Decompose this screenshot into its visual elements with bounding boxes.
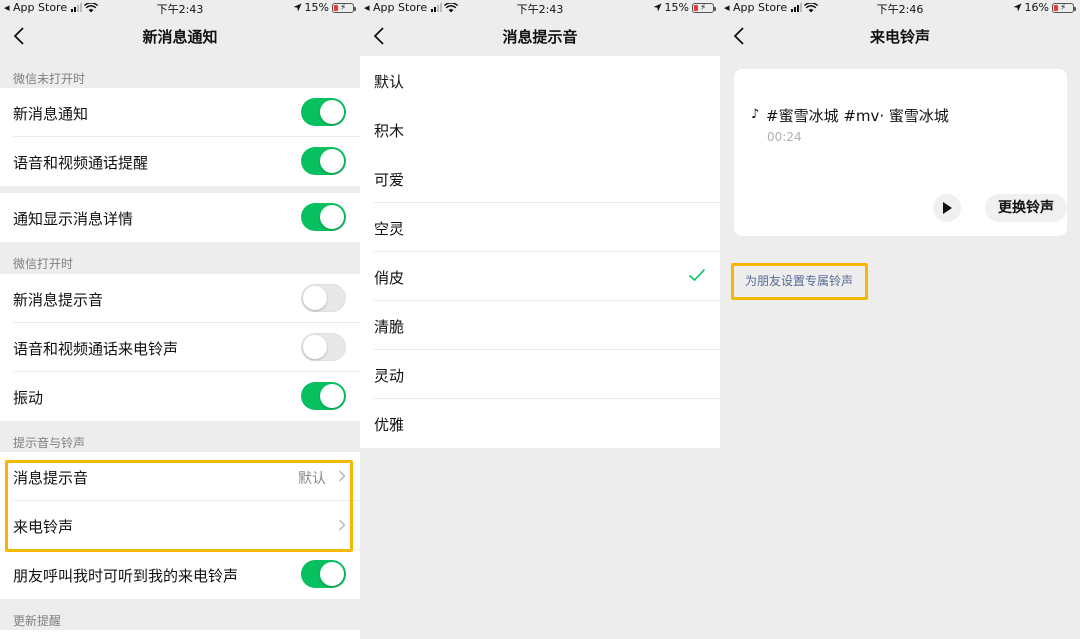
chevron-right-icon xyxy=(339,519,346,531)
location-arrow-icon xyxy=(1012,3,1022,12)
call-alert-toggle[interactable] xyxy=(301,147,346,175)
tone-label: 默认 xyxy=(374,73,405,91)
setting-label: 消息提示音 xyxy=(13,469,89,487)
status-bar: ◂ App Store 下午2:43 15% ⚡ xyxy=(0,0,360,16)
setting-label: 新消息通知 xyxy=(13,105,89,123)
battery-percent: 15% xyxy=(304,1,329,14)
tone-label: 清脆 xyxy=(374,318,405,336)
status-bar: ◂ App Store 下午2:46 16% ⚡ xyxy=(720,0,1080,16)
battery-percent: 16% xyxy=(1024,1,1049,14)
setting-label: 通知显示消息详情 xyxy=(13,210,134,228)
tone-item-ethereal[interactable]: 空灵 xyxy=(360,203,720,252)
message-sound-toggle[interactable] xyxy=(301,284,346,312)
setting-row-vibrate: 振动 xyxy=(0,372,360,421)
location-arrow-icon xyxy=(292,3,302,12)
setting-row-call-ringtone: 语音和视频通话来电铃声 xyxy=(0,323,360,372)
vibrate-toggle[interactable] xyxy=(301,382,346,410)
friend-ringtone-link[interactable]: 为朋友设置专属铃声 xyxy=(745,272,853,289)
setting-row-call-alert: 语音和视频通话提醒 xyxy=(0,137,360,186)
play-button[interactable] xyxy=(933,194,961,222)
tone-label: 空灵 xyxy=(374,220,405,238)
tone-item-default[interactable]: 默认 xyxy=(360,56,720,105)
status-bar: ◂ App Store 下午2:43 15% ⚡ xyxy=(360,0,720,16)
nav-bar: 来电铃声 xyxy=(720,16,1080,56)
tone-item-blocks[interactable]: 积木 xyxy=(360,105,720,154)
location-arrow-icon xyxy=(652,3,662,12)
setting-row-show-details: 通知显示消息详情 xyxy=(0,193,360,242)
chevron-right-icon xyxy=(339,470,346,482)
tone-item-playful[interactable]: 俏皮 xyxy=(360,252,720,301)
ringtone-screen: ◂ App Store 下午2:46 16% ⚡ 来电铃声 ♪ #蜜雪冰城 #m… xyxy=(720,0,1080,639)
tone-list: 默认 积木 可爱 空灵 俏皮 清脆 灵动 优雅 xyxy=(360,56,720,448)
setting-label: 来电铃声 xyxy=(13,518,74,536)
section-header: 微信未打开时 xyxy=(13,72,86,86)
setting-row-ringtone[interactable]: 来电铃声 xyxy=(0,501,360,550)
tone-label: 俏皮 xyxy=(374,269,405,287)
battery-percent: 15% xyxy=(664,1,689,14)
tone-label: 积木 xyxy=(374,122,405,140)
tone-label: 优雅 xyxy=(374,416,405,434)
friend-hear-ringtone-toggle[interactable] xyxy=(301,560,346,588)
message-tone-value: 默认 xyxy=(298,471,326,487)
play-icon xyxy=(943,202,952,214)
page-title: 新消息通知 xyxy=(142,28,218,46)
battery-icon: ⚡ xyxy=(332,2,356,13)
setting-label: 新消息提示音 xyxy=(13,291,104,309)
nav-bar: 消息提示音 xyxy=(360,16,720,56)
page-title: 消息提示音 xyxy=(502,28,578,46)
tone-item-crisp[interactable]: 清脆 xyxy=(360,301,720,350)
ringtone-card: ♪ #蜜雪冰城 #mv· 蜜雪冰城 00:24 更换铃声 xyxy=(734,69,1067,236)
settings-group: 通知显示消息详情 xyxy=(0,193,360,242)
ringtone-name: #蜜雪冰城 #mv· 蜜雪冰城 xyxy=(766,107,949,125)
setting-row-message-sound: 新消息提示音 xyxy=(0,274,360,323)
page-title: 来电铃声 xyxy=(869,28,930,46)
section-header: 提示音与铃声 xyxy=(13,436,86,450)
nav-bar: 新消息通知 xyxy=(0,16,360,56)
setting-row-new-message: 新消息通知 xyxy=(0,88,360,137)
show-details-toggle[interactable] xyxy=(301,203,346,231)
setting-row-friend-hear-ringtone: 朋友呼叫我时可听到我的来电铃声 xyxy=(0,550,360,599)
settings-group: 消息提示音 默认 来电铃声 朋友呼叫我时可听到我的来电铃声 xyxy=(0,452,360,599)
tone-item-cute[interactable]: 可爱 xyxy=(360,154,720,203)
setting-label: 语音和视频通话来电铃声 xyxy=(13,340,179,358)
tone-item-lively[interactable]: 灵动 xyxy=(360,350,720,399)
settings-group xyxy=(0,630,360,639)
call-ringtone-toggle[interactable] xyxy=(301,333,346,361)
section-header: 更新提醒 xyxy=(13,614,62,628)
ringtone-duration: 00:24 xyxy=(767,130,802,144)
settings-group: 新消息提示音 语音和视频通话来电铃声 振动 xyxy=(0,274,360,421)
message-tone-screen: ◂ App Store 下午2:43 15% ⚡ 消息提示音 默认 积木 可爱 … xyxy=(360,0,720,639)
battery-icon: ⚡ xyxy=(1052,2,1076,13)
settings-group: 新消息通知 语音和视频通话提醒 xyxy=(0,88,360,186)
setting-label: 语音和视频通话提醒 xyxy=(13,154,149,172)
notification-settings-screen: ◂ App Store 下午2:43 15% ⚡ 新消息通知 微信未打开时 新消… xyxy=(0,0,360,639)
tone-label: 可爱 xyxy=(374,171,405,189)
setting-label: 振动 xyxy=(13,389,44,407)
new-message-toggle[interactable] xyxy=(301,98,346,126)
battery-icon: ⚡ xyxy=(692,2,716,13)
section-header: 微信打开时 xyxy=(13,257,74,271)
tone-item-elegant[interactable]: 优雅 xyxy=(360,399,720,448)
setting-row-message-tone[interactable]: 消息提示音 默认 xyxy=(0,452,360,501)
music-note-icon: ♪ xyxy=(751,107,760,122)
check-icon xyxy=(688,268,706,282)
tone-label: 灵动 xyxy=(374,367,405,385)
setting-label: 朋友呼叫我时可听到我的来电铃声 xyxy=(13,567,239,585)
change-ringtone-button[interactable]: 更换铃声 xyxy=(985,194,1067,222)
